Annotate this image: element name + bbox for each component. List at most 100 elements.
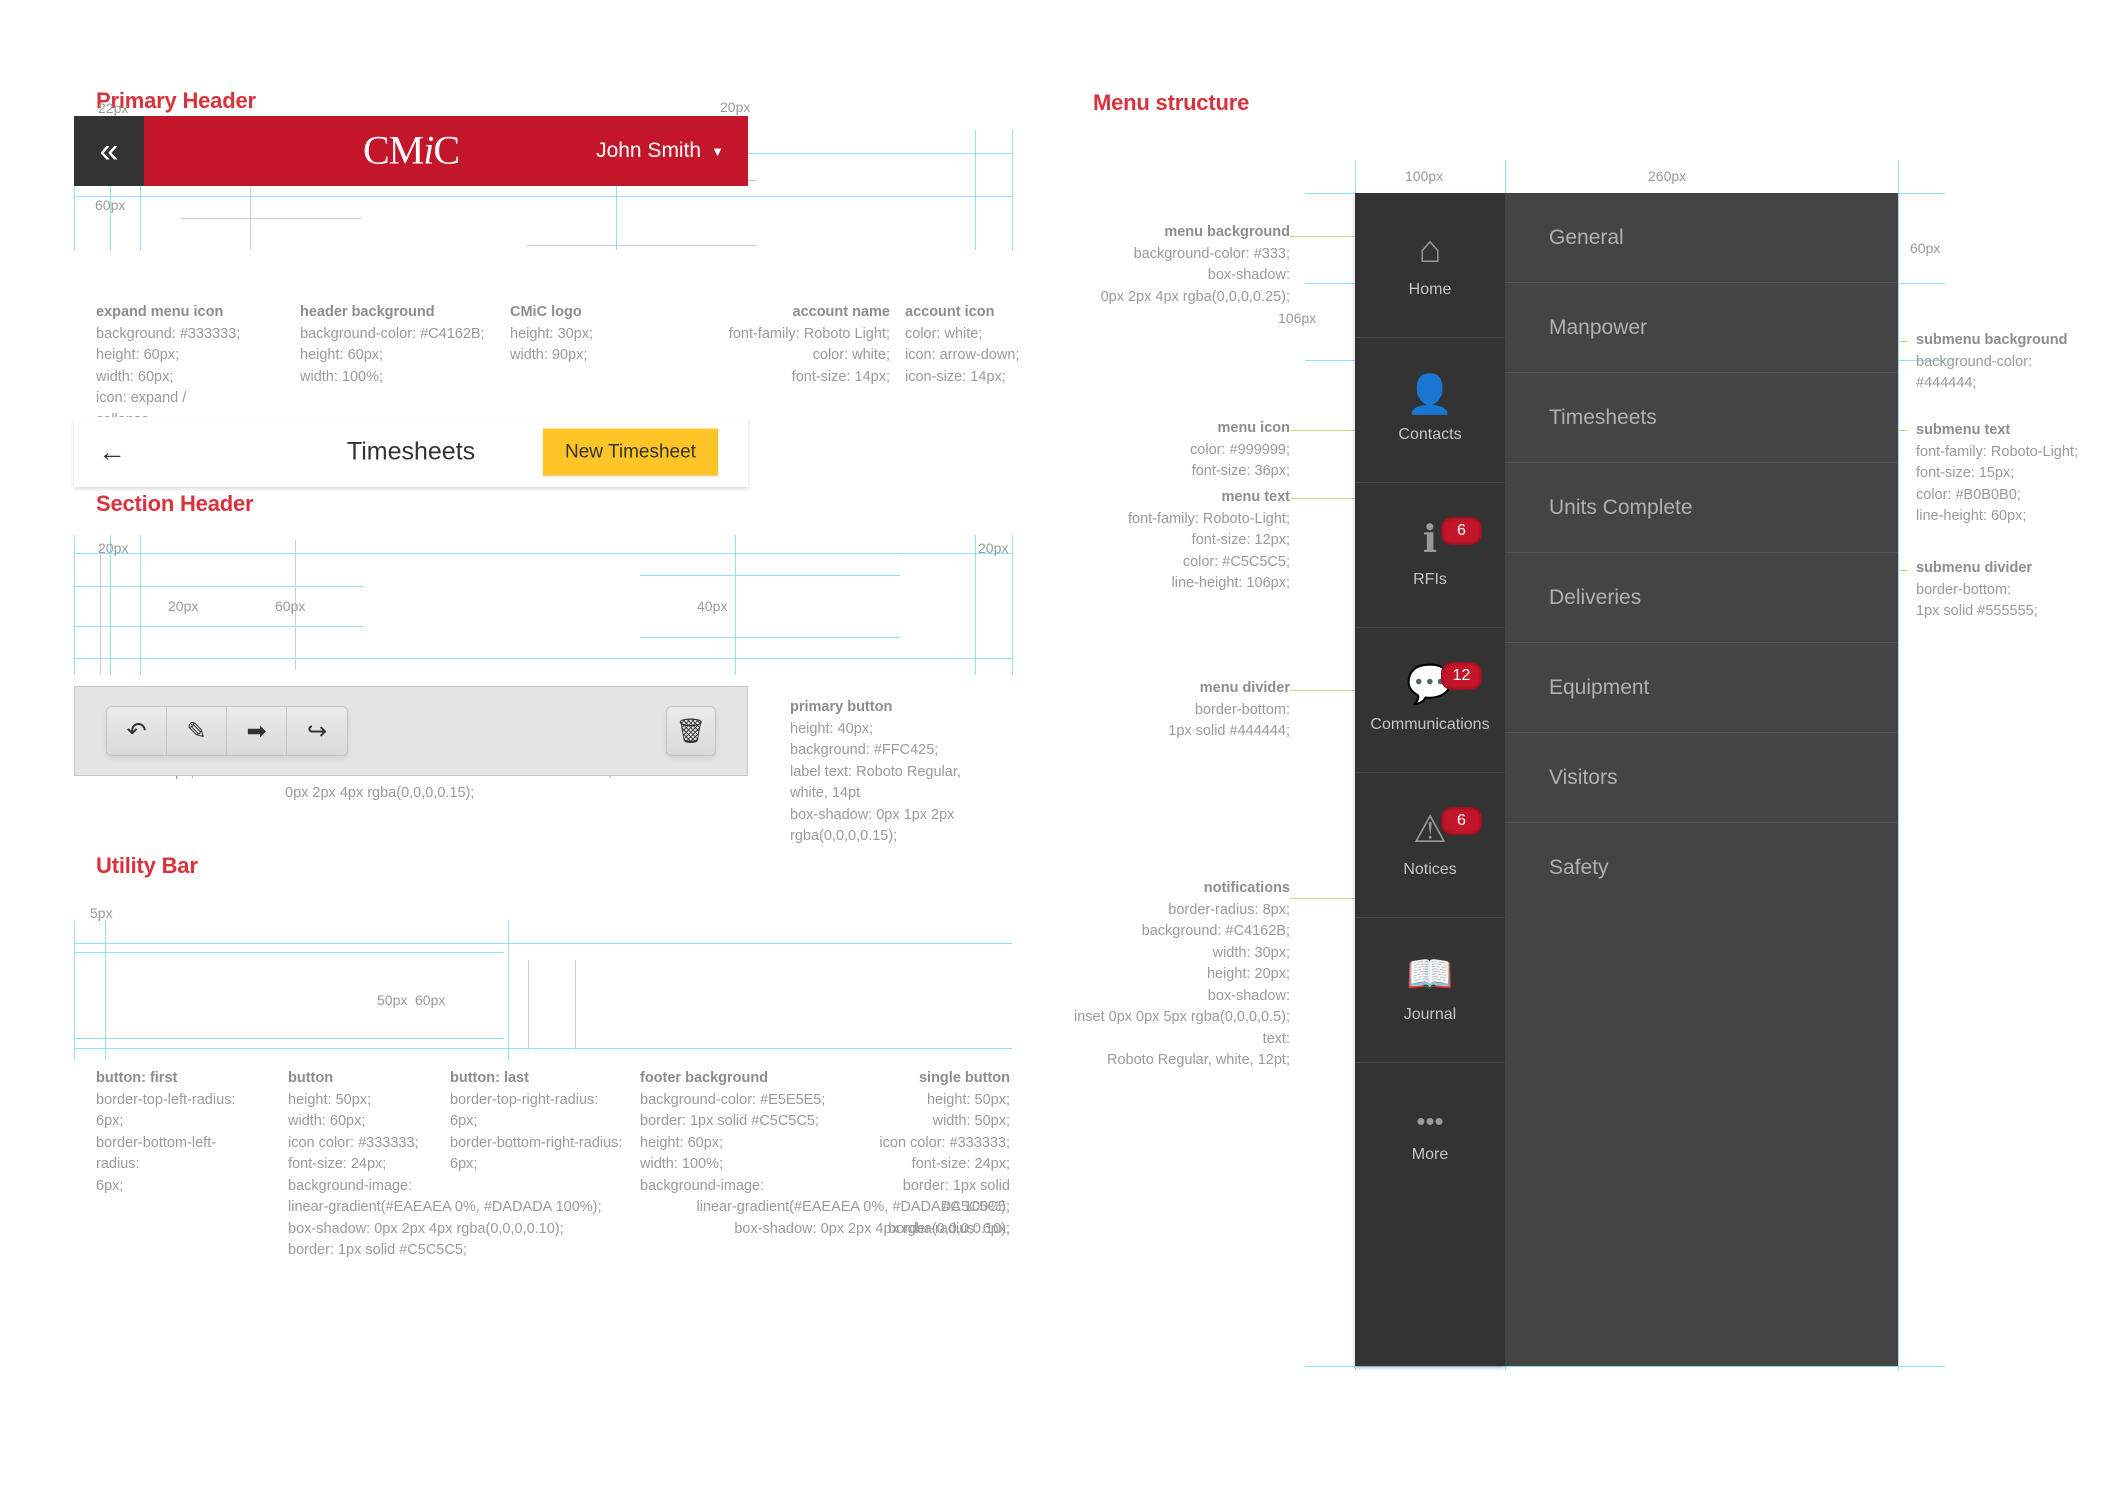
- submenu-item-timesheets[interactable]: Timesheets: [1505, 373, 1898, 463]
- leader-line: [1290, 236, 1355, 237]
- annotation-line: border-bottom-right-radius:: [450, 1134, 623, 1151]
- annotation-title: CMiC logo: [510, 304, 582, 320]
- annotation-menu-background: menu background background-color: #333; …: [1020, 222, 1290, 308]
- menu-rail: ⌂ Home 👤 Contacts 6 ℹ RFIs 12 💬 Communic…: [1355, 193, 1505, 1366]
- menu-structure-mock: ⌂ Home 👤 Contacts 6 ℹ RFIs 12 💬 Communic…: [1355, 193, 1898, 1366]
- style-guide-page: Primary Header 22px 22px 60px 60px 30px …: [0, 0, 2113, 1500]
- menu-item-more[interactable]: ••• More: [1355, 1063, 1505, 1208]
- guide-line: [140, 535, 141, 675]
- annotation-submenu-background: submenu background background-color: #44…: [1916, 330, 2106, 395]
- annotation-line: 6px;: [96, 1113, 124, 1129]
- annotation-line: background-image:: [288, 1177, 413, 1194]
- annotation-line: width: 100%;: [300, 368, 384, 385]
- section-header-bar: ← Timesheets New Timesheet: [74, 417, 748, 487]
- guide-line: [110, 535, 111, 675]
- annotation-line: height: 30px;: [510, 325, 594, 342]
- menu-item-communications[interactable]: 12 💬 Communications: [1355, 628, 1505, 773]
- annotation-line: icon: arrow-down;: [905, 347, 1020, 363]
- dimension-label: 20px: [168, 598, 199, 614]
- page-title: Timesheets: [346, 437, 476, 466]
- annotation-line: border-bottom:: [1194, 701, 1290, 718]
- dimension-label: 260px: [1648, 168, 1687, 184]
- annotation-line: background-color:: [1916, 353, 2033, 370]
- menu-item-notices[interactable]: 6 ⚠ Notices: [1355, 773, 1505, 918]
- annotation-line: color: #999999;: [1190, 441, 1290, 458]
- back-icon[interactable]: ←: [98, 438, 126, 466]
- annotation-line: background-color: #333;: [1133, 245, 1290, 262]
- annotation-line: 6px;: [450, 1113, 478, 1129]
- annotation-line: 0px 2px 4px rgba(0,0,0,0.25);: [1100, 288, 1290, 305]
- primary-header-mock: « CMiC John Smith ▼: [74, 116, 748, 186]
- utility-bar-mock: ↶ ✎ ➡ ↪ 🗑: [74, 686, 748, 776]
- guide-line: [640, 637, 900, 638]
- logo-cm-text: CM: [362, 127, 424, 173]
- dimension-label: 50px: [377, 992, 408, 1008]
- submenu-item-safety[interactable]: Safety: [1505, 823, 1898, 913]
- annotation-line: icon-size: 14px;: [905, 368, 1006, 385]
- dimension-label: 20px: [720, 99, 751, 115]
- edit-icon[interactable]: ✎: [167, 707, 227, 755]
- guide-line: [74, 1038, 504, 1039]
- primary-header-bar: « CMiC John Smith ▼: [74, 116, 748, 186]
- annotation-line: font-size: 14px;: [791, 368, 890, 385]
- annotation-notifications: notifications border-radius: 8px; backgr…: [1050, 878, 1290, 1072]
- menu-item-home[interactable]: ⌂ Home: [1355, 193, 1505, 338]
- expand-menu-icon[interactable]: «: [74, 116, 144, 186]
- new-timesheet-button[interactable]: New Timesheet: [543, 428, 718, 476]
- annotation-submenu-text: submenu text font-family: Roboto-Light; …: [1916, 420, 2106, 528]
- guide-line: [74, 586, 364, 587]
- annotation-menu-text: menu text font-family: Roboto-Light; fon…: [1060, 487, 1290, 595]
- annotation-line: border-top-left-radius:: [96, 1091, 236, 1108]
- submenu-item-units-complete[interactable]: Units Complete: [1505, 463, 1898, 553]
- annotation-line: border-bottom-left-radius:: [96, 1134, 217, 1173]
- annotation-line: background-color: #C4162B;: [300, 325, 485, 342]
- annotation-menu-icon: menu icon color: #999999; font-size: 36p…: [1080, 418, 1290, 483]
- annotation-line: height: 50px;: [926, 1091, 1010, 1108]
- annotation-title: submenu text: [1916, 422, 2011, 438]
- annotation-line: background: #FFC425;: [790, 742, 939, 758]
- info-icon: ℹ: [1422, 519, 1438, 561]
- submenu-item-equipment[interactable]: Equipment: [1505, 643, 1898, 733]
- forward-icon[interactable]: ➡: [227, 707, 287, 755]
- submenu-item-visitors[interactable]: Visitors: [1505, 733, 1898, 823]
- annotation-line: border-top-right-radius:: [450, 1091, 599, 1108]
- undo-icon[interactable]: ↶: [107, 707, 167, 755]
- redo-icon[interactable]: ↪: [287, 707, 347, 755]
- guide-line: [74, 535, 75, 675]
- menu-item-journal[interactable]: 📖 Journal: [1355, 918, 1505, 1063]
- submenu-item-general[interactable]: General: [1505, 193, 1898, 283]
- dimension-label: 106px: [1278, 310, 1317, 326]
- annotation-title: expand menu icon: [96, 304, 224, 320]
- submenu-item-deliveries[interactable]: Deliveries: [1505, 553, 1898, 643]
- cmic-logo: CMiC: [362, 127, 460, 174]
- journal-icon: 📖: [1406, 954, 1454, 996]
- dimension-label: 5px: [90, 905, 113, 921]
- annotation-cmic-logo: CMiC logo height: 30px; width: 90px;: [510, 302, 660, 367]
- guide-line: [74, 658, 1012, 659]
- annotation-line: box-shadow: 0px 1px 2px: [790, 806, 955, 823]
- annotation-line: rgba(0,0,0,0.15);: [790, 828, 898, 844]
- annotation-header-background: header background background-color: #C41…: [300, 302, 500, 388]
- dimension-label: 100px: [1405, 168, 1444, 184]
- delete-icon[interactable]: 🗑: [666, 706, 716, 756]
- annotation-line: border-radius: 6px;: [888, 1220, 1010, 1237]
- account-menu[interactable]: John Smith ▼: [596, 139, 724, 163]
- dimension-label: 60px: [1910, 240, 1941, 256]
- annotation-title: submenu background: [1916, 332, 2068, 348]
- menu-item-label: Contacts: [1398, 426, 1462, 443]
- annotation-title: button: first: [96, 1070, 178, 1086]
- menu-item-rfis[interactable]: 6 ℹ RFIs: [1355, 483, 1505, 628]
- annotation-line: 1px solid #555555;: [1916, 603, 2038, 619]
- annotation-line: background: #C4162B;: [1141, 923, 1290, 939]
- annotation-line: background: #333333;: [96, 325, 241, 342]
- annotation-title: submenu divider: [1916, 560, 2033, 576]
- menu-item-label: Journal: [1403, 1006, 1457, 1023]
- guide-line: [575, 960, 576, 1050]
- annotation-line: font-size: 15px;: [1916, 465, 2015, 481]
- menu-item-contacts[interactable]: 👤 Contacts: [1355, 338, 1505, 483]
- status-badge: 12: [1441, 662, 1482, 690]
- submenu-item-manpower[interactable]: Manpower: [1505, 283, 1898, 373]
- guide-line: [74, 626, 364, 627]
- guide-line: [527, 245, 757, 246]
- annotation-title: account name: [792, 304, 891, 320]
